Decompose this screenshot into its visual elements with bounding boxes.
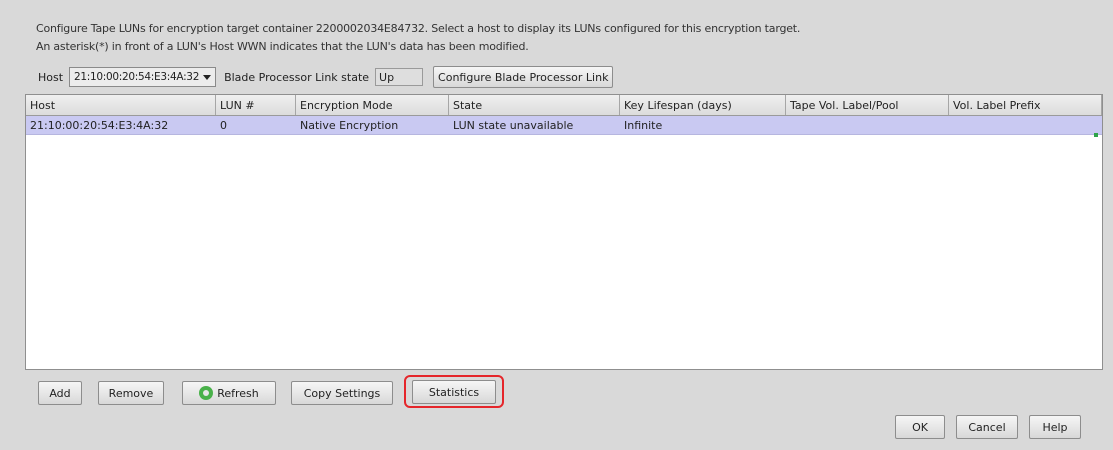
host-select-value: 21:10:00:20:54:E3:4A:32 — [74, 71, 200, 83]
table-row[interactable]: 21:10:00:20:54:E3:4A:32 0 Native Encrypt… — [26, 116, 1102, 135]
cell-state: LUN state unavailable — [453, 118, 574, 132]
help-button[interactable]: Help — [1029, 415, 1081, 439]
cell-lun: 0 — [220, 118, 227, 132]
refresh-icon — [199, 386, 214, 400]
column-header-tape-vol-label-pool[interactable]: Tape Vol. Label/Pool — [786, 95, 949, 115]
chevron-down-icon[interactable] — [203, 74, 212, 80]
host-select[interactable]: 21:10:00:20:54:E3:4A:32 — [69, 67, 217, 87]
cell-vol-label-prefix — [949, 116, 1102, 134]
host-label: Host — [38, 70, 64, 84]
cell-encryption-mode: Native Encryption — [300, 118, 399, 132]
description-line-2: An asterisk(*) in front of a LUN's Host … — [36, 40, 529, 53]
cell-tape-vol-label-pool — [786, 116, 949, 134]
column-header-vol-label-prefix[interactable]: Vol. Label Prefix — [949, 95, 1102, 115]
cancel-button[interactable]: Cancel — [956, 415, 1018, 439]
refresh-button-label: Refresh — [217, 386, 259, 400]
table-header: Host LUN # Encryption Mode State Key Lif… — [26, 95, 1102, 116]
column-header-host[interactable]: Host — [26, 95, 216, 115]
column-header-lun[interactable]: LUN # — [216, 95, 296, 115]
statistics-button[interactable]: Statistics — [412, 380, 496, 404]
ok-button[interactable]: OK — [895, 415, 945, 439]
column-header-encryption-mode[interactable]: Encryption Mode — [296, 95, 449, 115]
column-header-key-lifespan[interactable]: Key Lifespan (days) — [620, 95, 786, 115]
cell-host: 21:10:00:20:54:E3:4A:32 — [30, 118, 169, 132]
tape-luns-table: Host LUN # Encryption Mode State Key Lif… — [25, 94, 1103, 370]
link-state-label: Blade Processor Link state — [224, 70, 370, 84]
description-line-1: Configure Tape LUNs for encryption targe… — [36, 22, 801, 35]
row-marker — [1094, 133, 1098, 137]
link-state-value: Up — [379, 70, 395, 84]
column-header-state[interactable]: State — [449, 95, 620, 115]
host-row: Host 21:10:00:20:54:E3:4A:32 Blade Proce… — [38, 66, 614, 88]
add-button[interactable]: Add — [38, 381, 82, 405]
link-state-field: Up — [375, 68, 424, 86]
copy-settings-button[interactable]: Copy Settings — [291, 381, 393, 405]
configure-blade-processor-link-button[interactable]: Configure Blade Processor Link — [433, 66, 614, 88]
remove-button[interactable]: Remove — [98, 381, 164, 405]
cell-key-lifespan: Infinite — [624, 118, 663, 132]
refresh-button[interactable]: Refresh — [182, 381, 276, 405]
